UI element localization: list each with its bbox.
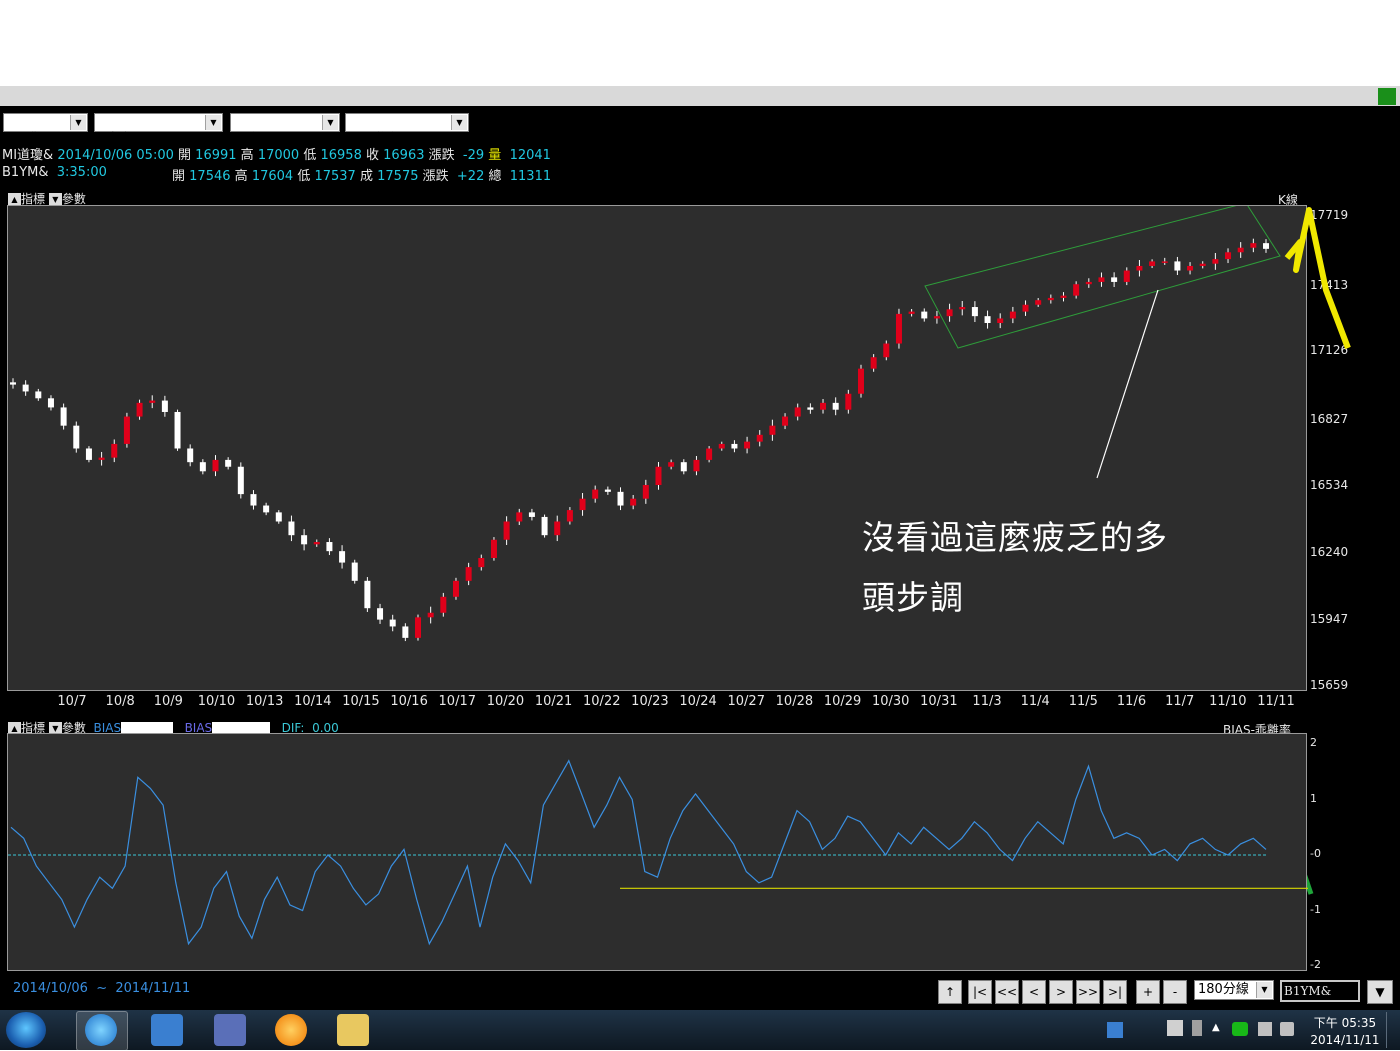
chat-app-icon[interactable] (275, 1014, 307, 1046)
clock-time: 下午 05:35 (1313, 1016, 1377, 1030)
date-range: 2014/10/06 ~ 2014/11/11 (13, 981, 190, 996)
nav-button[interactable]: >> (1076, 980, 1100, 1004)
tray-line-icon[interactable] (1232, 1022, 1248, 1036)
annotation-text: 沒看過這麼疲乏的多 頭步調 (862, 508, 1168, 628)
nav-button[interactable]: ↑ (938, 980, 962, 1004)
nav-button[interactable]: > (1049, 980, 1073, 1004)
app-icon[interactable] (214, 1014, 246, 1046)
tray-volume-icon[interactable] (1280, 1022, 1294, 1036)
bias-y-tick-label: 2 (1310, 736, 1317, 749)
bias-chart-panel[interactable] (7, 733, 1308, 971)
browser-icon (85, 1014, 117, 1046)
bias-y-tick-label: -0 (1310, 847, 1321, 860)
annotation-pointer-line (1096, 289, 1159, 479)
nav-button[interactable]: + (1136, 980, 1160, 1004)
media-player-icon[interactable] (151, 1014, 183, 1046)
clock[interactable]: 下午 05:35 2014/11/11 (1310, 1014, 1380, 1047)
date-to: 2014/11/11 (115, 981, 191, 996)
tray-expand-icon[interactable]: ▲ (1212, 1022, 1220, 1033)
nav-button[interactable]: |< (968, 980, 992, 1004)
tray-action-center-icon[interactable] (1167, 1020, 1183, 1036)
annotation-line-1: 沒看過這麼疲乏的多 (862, 518, 1168, 557)
symbol-dropdown-button[interactable]: ▼ (1367, 980, 1393, 1004)
nav-button[interactable]: - (1163, 980, 1187, 1004)
bias-chart-svg (8, 759, 1308, 946)
nav-button[interactable]: >| (1103, 980, 1127, 1004)
tray-network-icon[interactable] (1258, 1022, 1272, 1036)
show-desktop-button[interactable] (1386, 1012, 1399, 1048)
tray-app-icon[interactable] (1107, 1022, 1123, 1038)
date-from: 2014/10/06 (13, 981, 88, 996)
folder-icon[interactable] (337, 1014, 369, 1046)
taskbar (0, 1010, 1400, 1050)
interval-value: 180分線 (1198, 982, 1249, 997)
start-button-icon[interactable] (6, 1012, 46, 1048)
annotation-yellow-stroke (1284, 207, 1351, 350)
chevron-down-icon[interactable]: ▼ (1256, 982, 1272, 998)
annotation-line-2: 頭步調 (862, 578, 964, 617)
clock-date: 2014/11/11 (1310, 1033, 1380, 1047)
tray-device-icon[interactable] (1192, 1020, 1202, 1036)
bias-y-tick-label: -1 (1310, 902, 1321, 916)
interval-select[interactable]: 180分線 ▼ (1194, 980, 1274, 1000)
nav-button[interactable]: < (1022, 980, 1046, 1004)
nav-button[interactable]: << (995, 980, 1019, 1004)
bias-y-tick-label: 1 (1310, 791, 1317, 805)
date-tilde: ~ (96, 981, 108, 996)
symbol-input[interactable]: B1YM& (1280, 980, 1360, 1002)
bias-y-tick-label: -2 (1310, 958, 1321, 971)
bias-line (10, 759, 1267, 946)
